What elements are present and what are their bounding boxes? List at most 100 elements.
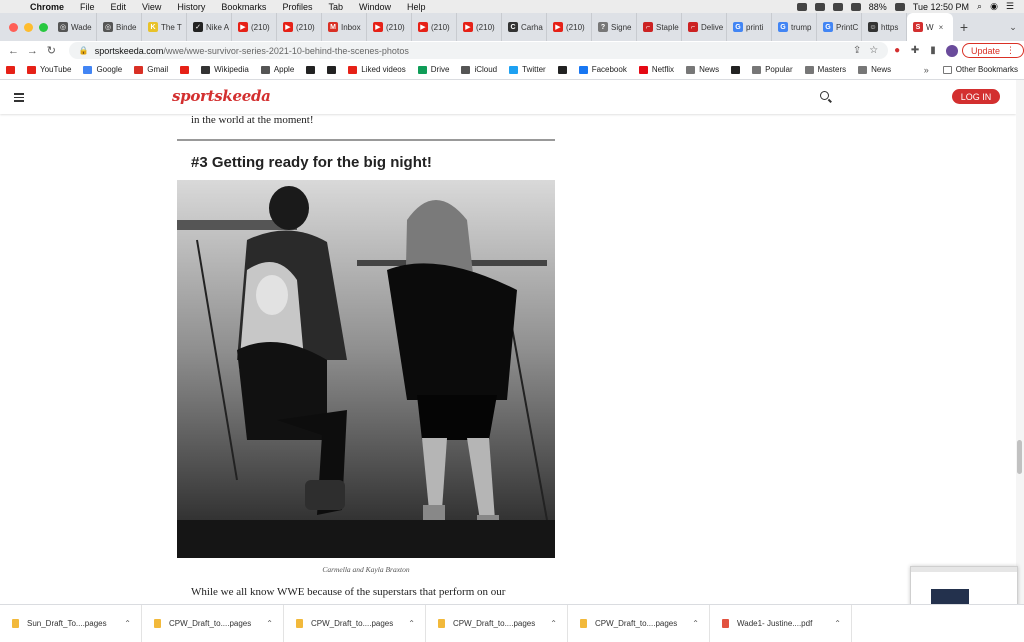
browser-tab[interactable]: Gprinti	[727, 13, 772, 41]
profile-avatar[interactable]	[946, 44, 958, 57]
menu-help[interactable]: Help	[399, 2, 434, 12]
menu-view[interactable]: View	[134, 2, 169, 12]
bookmark-item[interactable]	[725, 65, 746, 74]
download-item[interactable]: CPW_Draft_to....pages ⌃	[426, 604, 568, 642]
download-options-chevron-icon[interactable]: ⌃	[408, 619, 415, 628]
menu-edit[interactable]: Edit	[103, 2, 135, 12]
browser-tab[interactable]: ▶ (210)	[367, 13, 412, 41]
menu-window[interactable]: Window	[351, 2, 399, 12]
browser-tab[interactable]: ▶ (210)	[547, 13, 592, 41]
download-item[interactable]: CPW_Draft_to....pages ⌃	[568, 604, 710, 642]
control-center-icon[interactable]: ☰	[1006, 1, 1014, 12]
share-icon[interactable]: ⇪	[853, 45, 861, 56]
menu-tab[interactable]: Tab	[320, 2, 351, 12]
browser-tab[interactable]: ? Signe	[592, 13, 637, 41]
browser-tab[interactable]: ✓ Nike A	[187, 13, 232, 41]
bookmarks-overflow-chevron[interactable]: »	[916, 65, 937, 75]
browser-tab[interactable]: ▶ (210)	[232, 13, 277, 41]
bookmark-star-icon[interactable]: ☆	[869, 45, 878, 56]
side-panel-icon[interactable]: ▮	[924, 45, 942, 56]
browser-tab[interactable]: ◎ Binde	[97, 13, 142, 41]
back-button[interactable]: ←	[4, 45, 23, 57]
siri-icon[interactable]: ◉	[990, 1, 998, 12]
lock-icon[interactable]: 🔒	[79, 46, 89, 55]
bookmark-item[interactable]: Drive	[412, 65, 456, 74]
bookmark-item[interactable]	[321, 65, 342, 74]
bookmark-item[interactable]: News	[680, 65, 725, 74]
download-item[interactable]: CPW_Draft_to....pages ⌃	[284, 604, 426, 642]
spotlight-icon[interactable]: ⌕	[977, 1, 982, 12]
forward-button[interactable]: →	[23, 45, 42, 57]
record-icon[interactable]	[796, 2, 807, 11]
download-options-chevron-icon[interactable]: ⌃	[266, 619, 273, 628]
bookmark-item[interactable]	[174, 65, 195, 74]
browser-tab[interactable]: K The T	[142, 13, 187, 41]
menu-file[interactable]: File	[72, 2, 103, 12]
minimize-window-button[interactable]	[24, 22, 33, 32]
wifi-icon[interactable]	[850, 2, 861, 11]
browser-tab[interactable]: G PrintC	[817, 13, 862, 41]
bookmark-item[interactable]: Twitter	[503, 65, 552, 74]
battery-icon[interactable]	[894, 2, 905, 11]
page-scrollbar[interactable]	[1016, 80, 1024, 604]
download-item[interactable]: Wade1- Justine....pdf ⌃	[710, 604, 852, 642]
close-window-button[interactable]	[9, 22, 18, 32]
browser-tab[interactable]: M Inbox	[322, 13, 367, 41]
download-item[interactable]: CPW_Draft_to....pages ⌃	[142, 604, 284, 642]
reload-button[interactable]: ↻	[42, 44, 61, 57]
sportskeeda-logo[interactable]: sportskeeda	[172, 87, 271, 105]
browser-tab[interactable]: ▶ (210)	[457, 13, 502, 41]
bookmark-item[interactable]: News	[852, 65, 897, 74]
bookmark-item[interactable]: Google	[77, 65, 128, 74]
bookmark-item[interactable]	[552, 65, 573, 74]
browser-tab[interactable]: ▶ (210)	[412, 13, 457, 41]
browser-tab[interactable]: Gtrump	[772, 13, 817, 41]
close-tab-icon[interactable]: ×	[939, 23, 944, 32]
bookmark-item[interactable]	[300, 65, 321, 74]
scrollbar-thumb[interactable]	[1017, 440, 1022, 474]
extensions-puzzle-icon[interactable]: ✚	[906, 45, 924, 56]
login-button[interactable]: LOG IN	[952, 89, 1000, 104]
new-tab-button[interactable]: +	[953, 19, 975, 35]
tab-favicon-icon: ◎	[58, 22, 68, 32]
browser-tab[interactable]: ☺ https	[862, 13, 907, 41]
other-bookmarks-folder[interactable]: Other Bookmarks	[937, 65, 1024, 74]
bookmark-item[interactable]: Gmail	[128, 65, 174, 74]
browser-tab[interactable]: ▶ (210)	[277, 13, 322, 41]
article-photo[interactable]	[177, 180, 555, 558]
bookmark-item[interactable]: Apple	[255, 65, 300, 74]
hamburger-menu-icon[interactable]	[14, 93, 24, 102]
zoom-window-button[interactable]	[39, 22, 48, 32]
bookmark-item[interactable]: Liked videos	[342, 65, 411, 74]
browser-tab[interactable]: ⌐ Delive	[682, 13, 727, 41]
audio-icon[interactable]	[832, 2, 843, 11]
browser-tab[interactable]: S W ×	[907, 13, 953, 41]
search-icon[interactable]	[820, 91, 829, 100]
bookmark-item[interactable]: Facebook	[573, 65, 633, 74]
menu-history[interactable]: History	[169, 2, 213, 12]
download-options-chevron-icon[interactable]: ⌃	[834, 619, 841, 628]
clock[interactable]: Tue 12:50 PM	[913, 2, 969, 12]
browser-tab[interactable]: ⌐ Staple	[637, 13, 682, 41]
browser-tab[interactable]: ◎ Wade	[52, 13, 97, 41]
download-item[interactable]: Sun_Draft_To....pages ⌃	[0, 604, 142, 642]
bookmark-item[interactable]: Popular	[746, 65, 799, 74]
bookmark-item[interactable]: Wikipedia	[195, 65, 255, 74]
menu-bookmarks[interactable]: Bookmarks	[213, 2, 274, 12]
menu-app-name[interactable]: Chrome	[22, 2, 72, 12]
bookmark-item[interactable]: YouTube	[21, 65, 77, 74]
address-bar[interactable]: 🔒 sportskeeda.com /wwe/wwe-survivor-seri…	[68, 42, 889, 59]
display-icon[interactable]	[814, 2, 825, 11]
bookmark-item[interactable]: Masters	[799, 65, 852, 74]
download-options-chevron-icon[interactable]: ⌃	[692, 619, 699, 628]
browser-tab[interactable]: C Carha	[502, 13, 547, 41]
download-options-chevron-icon[interactable]: ⌃	[550, 619, 557, 628]
bookmark-item[interactable]: iCloud	[455, 65, 503, 74]
download-options-chevron-icon[interactable]: ⌃	[124, 619, 131, 628]
update-button[interactable]: Update ⋮	[961, 43, 1024, 58]
bookmark-item[interactable]	[0, 65, 21, 74]
bookmark-item[interactable]: Netflix	[633, 65, 680, 74]
tab-search-chevron-icon[interactable]: ⌄	[1002, 22, 1024, 33]
menu-profiles[interactable]: Profiles	[274, 2, 320, 12]
adblock-extension-icon[interactable]: ●	[888, 45, 906, 56]
